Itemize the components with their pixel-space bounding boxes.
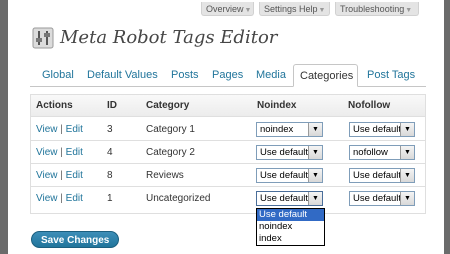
nofollow-select[interactable]: nofollow ▼ (349, 145, 415, 160)
nofollow-select-value: nofollow (353, 147, 388, 158)
view-link[interactable]: View (36, 124, 58, 135)
row-actions: View | Edit (36, 141, 83, 164)
chevron-down-icon: ▼ (405, 7, 413, 14)
chevron-down-icon[interactable]: ▼ (308, 192, 322, 205)
chevron-down-icon[interactable]: ▼ (400, 146, 414, 159)
action-separator: | (60, 124, 63, 135)
overview-tab-label: Overview (206, 4, 244, 14)
tab-default-values[interactable]: Default Values (81, 64, 164, 86)
chevron-down-icon[interactable]: ▼ (308, 123, 322, 136)
dropdown-option[interactable]: Use default (257, 209, 324, 221)
noindex-select[interactable]: noindex ▼ (256, 122, 323, 137)
window-frame-left (0, 0, 8, 254)
nofollow-select-value: Use default (353, 170, 402, 181)
noindex-select[interactable]: Use default ▼ (256, 145, 323, 160)
table-row: View | Edit 1 Uncategorized Use default … (31, 187, 425, 210)
row-actions: View | Edit (36, 118, 83, 141)
actions-column-header: Actions (36, 100, 73, 111)
tab-post-tags[interactable]: Post Tags (361, 64, 421, 86)
noindex-select-value: Use default (260, 170, 309, 181)
category-column-header: Category (146, 100, 190, 111)
nofollow-column-header[interactable]: Nofollow (348, 95, 390, 117)
troubleshooting-help-tab[interactable]: Troubleshooting▼ (335, 2, 419, 16)
edit-link[interactable]: Edit (66, 170, 83, 181)
row-id: 8 (107, 170, 113, 181)
noindex-select-value: Use default (260, 147, 309, 158)
row-category: Uncategorized (146, 193, 211, 204)
nofollow-select-value: Use default (353, 193, 402, 204)
edit-link[interactable]: Edit (66, 124, 83, 135)
nofollow-select[interactable]: Use default ▼ (349, 168, 415, 183)
action-separator: | (60, 170, 63, 181)
row-category: Category 2 (146, 147, 195, 158)
row-category: Reviews (146, 170, 184, 181)
nofollow-select[interactable]: Use default ▼ (349, 122, 415, 137)
table-header: Actions ID Category Noindex Nofollow (31, 95, 425, 117)
dropdown-option[interactable]: index (257, 233, 324, 245)
edit-link[interactable]: Edit (66, 193, 83, 204)
noindex-select[interactable]: Use default ▼ (256, 191, 323, 206)
table-row: View | Edit 8 Reviews Use default ▼ Use … (31, 164, 425, 187)
view-link[interactable]: View (36, 193, 58, 204)
nofollow-select-value: Use default (353, 124, 402, 135)
table-row: View | Edit 3 Category 1 noindex ▼ Use d… (31, 118, 425, 141)
settings-sliders-icon (32, 27, 54, 49)
dropdown-option[interactable]: noindex (257, 221, 324, 233)
save-changes-button[interactable]: Save Changes (31, 231, 120, 248)
troubleshooting-tab-label: Troubleshooting (340, 4, 405, 14)
action-separator: | (60, 193, 63, 204)
row-actions: View | Edit (36, 164, 83, 187)
settings-help-tab[interactable]: Settings Help▼ (259, 2, 330, 16)
chevron-down-icon[interactable]: ▼ (308, 169, 322, 182)
noindex-select-value: noindex (260, 124, 294, 135)
row-category: Category 1 (146, 124, 195, 135)
row-actions: View | Edit (36, 187, 83, 210)
tab-pages[interactable]: Pages (206, 64, 249, 86)
id-column-header: ID (107, 100, 117, 111)
action-separator: | (60, 147, 63, 158)
settings-help-tab-label: Settings Help (264, 4, 318, 14)
window-frame-right (444, 0, 450, 254)
table-row: View | Edit 4 Category 2 Use default ▼ n… (31, 141, 425, 164)
chevron-down-icon[interactable]: ▼ (400, 123, 414, 136)
noindex-dropdown-list: Use default noindex index (256, 208, 325, 246)
chevron-down-icon[interactable]: ▼ (400, 169, 414, 182)
tab-media[interactable]: Media (250, 64, 292, 86)
chevron-down-icon: ▼ (318, 7, 326, 14)
tabs-divider (30, 86, 426, 87)
chevron-down-icon[interactable]: ▼ (308, 146, 322, 159)
noindex-select-value: Use default (260, 193, 309, 204)
overview-help-tab[interactable]: Overview▼ (201, 2, 254, 16)
tab-posts[interactable]: Posts (165, 64, 205, 86)
tab-global[interactable]: Global (36, 64, 80, 86)
row-id: 3 (107, 124, 113, 135)
view-link[interactable]: View (36, 170, 58, 181)
nofollow-select[interactable]: Use default ▼ (349, 191, 415, 206)
row-id: 4 (107, 147, 113, 158)
tab-categories[interactable]: Categories (293, 64, 358, 87)
categories-table: Actions ID Category Noindex Nofollow Vie… (30, 94, 426, 214)
page-title: Meta Robot Tags Editor (60, 27, 278, 48)
chevron-down-icon[interactable]: ▼ (400, 192, 414, 205)
row-id: 1 (107, 193, 113, 204)
edit-link[interactable]: Edit (66, 147, 83, 158)
view-link[interactable]: View (36, 147, 58, 158)
noindex-select[interactable]: Use default ▼ (256, 168, 323, 183)
chevron-down-icon: ▼ (244, 7, 252, 14)
noindex-column-header[interactable]: Noindex (257, 95, 296, 117)
